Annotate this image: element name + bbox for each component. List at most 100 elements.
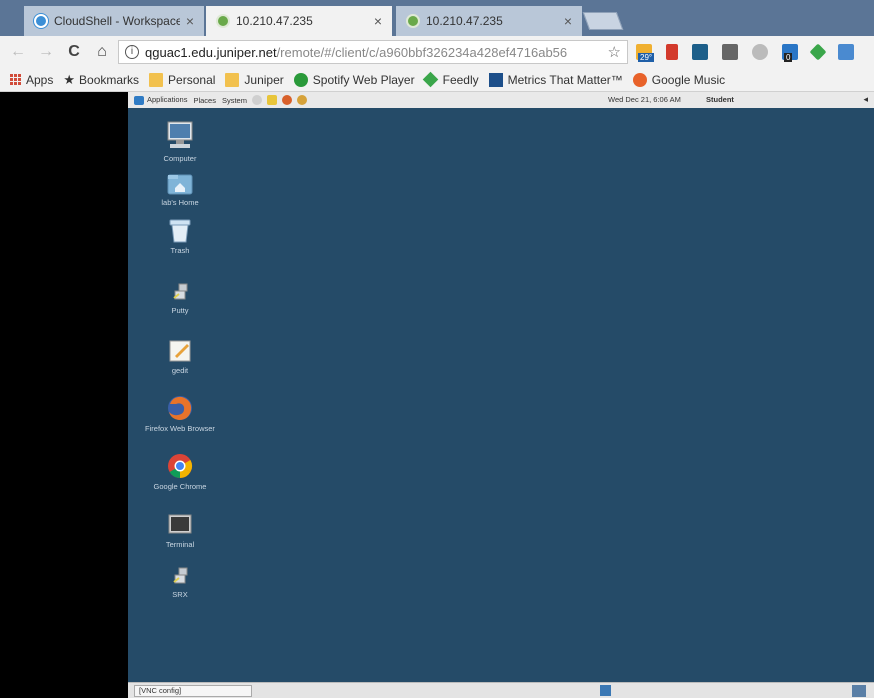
desktop-icon-gedit[interactable]: gedit <box>135 338 225 375</box>
bookmark-feedly[interactable]: Feedly <box>422 71 479 88</box>
feedly-icon <box>422 71 438 88</box>
bookmark-bookmarks[interactable]: ★ Bookmarks <box>63 72 139 88</box>
system-menu[interactable]: System <box>222 96 247 105</box>
weather-extension-icon[interactable]: 29° <box>636 44 655 62</box>
bookmarks-bar: Apps ★ Bookmarks Personal Juniper Spotif… <box>0 68 874 92</box>
weather-badge: 29° <box>638 53 655 62</box>
bookmark-label: Bookmarks <box>79 72 140 87</box>
star-icon: ★ <box>63 71 76 87</box>
blue-extension-icon[interactable] <box>838 44 854 60</box>
folder-icon <box>149 72 164 87</box>
desktop-icon-putty[interactable]: Putty <box>135 282 225 315</box>
bookmark-spotify[interactable]: Spotify Web Player <box>293 72 415 87</box>
close-tab-icon[interactable]: × <box>186 13 194 29</box>
icon-label: Computer <box>163 154 197 163</box>
spotify-icon <box>293 72 308 87</box>
tab-remote-2[interactable]: 10.210.47.235 × <box>396 6 582 36</box>
bookmark-label: Feedly <box>442 72 479 87</box>
cloudshell-favicon-icon <box>34 14 48 28</box>
firefox-launcher-icon[interactable] <box>281 95 292 105</box>
panel-user[interactable]: Student <box>706 95 734 104</box>
forward-button[interactable]: → <box>36 43 56 61</box>
s-extension-icon[interactable] <box>692 44 708 60</box>
address-bar[interactable]: i qguac1.edu.juniper.net/remote/#/client… <box>118 40 628 64</box>
square-extension-icon[interactable] <box>722 44 738 60</box>
red-bookmark-extension-icon[interactable] <box>666 44 678 60</box>
url-host: qguac1.edu.juniper.net <box>145 44 277 60</box>
notes-launcher-icon[interactable] <box>266 95 277 105</box>
bookmark-star-icon[interactable]: ☆ <box>603 43 621 61</box>
desktop-icon-srx[interactable]: SRX <box>135 566 225 599</box>
remote-black-margin <box>0 92 128 698</box>
applications-label: Applications <box>147 95 188 105</box>
desktop-icon-trash[interactable]: Trash <box>135 218 225 255</box>
icon-label: Trash <box>170 246 190 255</box>
firefox-icon <box>168 396 192 420</box>
bookmark-metrics[interactable]: Metrics That Matter™ <box>488 72 623 87</box>
help-launcher-icon[interactable] <box>251 95 262 105</box>
workspace-switcher-icon[interactable] <box>600 685 611 696</box>
extensions-area: 29° 0 <box>636 40 868 64</box>
bookmark-google-music[interactable]: Google Music <box>632 72 726 87</box>
bookmark-personal[interactable]: Personal <box>149 72 216 87</box>
folder-icon <box>225 72 240 87</box>
icon-label: Putty <box>171 306 189 315</box>
panel-trash-icon[interactable] <box>852 685 866 697</box>
back-button[interactable]: ← <box>8 43 28 61</box>
icon-label: SRX <box>172 590 188 599</box>
putty-icon <box>173 283 188 300</box>
close-tab-icon[interactable]: × <box>564 13 572 29</box>
bookmark-label: Google Music <box>651 72 726 87</box>
tab-remote-active[interactable]: 10.210.47.235 × <box>206 6 392 36</box>
panel-clock[interactable]: Wed Dec 21, 6:06 AM <box>608 95 681 104</box>
new-tab-button[interactable] <box>582 12 624 30</box>
icon-label: Terminal <box>165 540 195 549</box>
bookmark-label: Personal <box>168 72 216 87</box>
google-music-icon <box>632 72 647 87</box>
gnome-bottom-panel: [VNC config] <box>128 682 874 698</box>
gnome-top-panel: Applications Places System Wed Dec 21, 6… <box>128 92 874 108</box>
bookmark-label: Metrics That Matter™ <box>507 72 623 87</box>
tab-title: 10.210.47.235 <box>236 14 313 28</box>
guacamole-favicon-icon <box>216 14 230 28</box>
feedly-extension-icon[interactable] <box>809 43 827 61</box>
volume-icon[interactable]: ◂ <box>863 94 868 105</box>
desktop-icon-terminal[interactable]: Terminal <box>135 512 225 549</box>
drive-extension-icon[interactable] <box>752 44 768 60</box>
places-menu[interactable]: Places <box>193 96 216 105</box>
bookmark-apps[interactable]: Apps <box>10 73 53 87</box>
tab-strip: CloudShell - Workspace × 10.210.47.235 ×… <box>0 0 874 36</box>
desktop-icon-firefox[interactable]: Firefox Web Browser <box>135 394 225 433</box>
extension-badge: 0 <box>784 53 793 62</box>
url-path: /remote/#/client/c/a960bbf326234a428ef47… <box>276 44 568 60</box>
taskbar-vnc-config[interactable]: [VNC config] <box>134 685 252 697</box>
bookmark-label: Juniper <box>244 72 284 87</box>
guacamole-favicon-icon <box>406 14 420 28</box>
tab-title: CloudShell - Workspace <box>54 14 180 28</box>
icon-label: gedit <box>171 366 189 375</box>
applications-menu[interactable]: Applications <box>134 95 187 105</box>
bookmark-label: Spotify Web Player <box>312 72 415 87</box>
remote-desktop[interactable]: Applications Places System Wed Dec 21, 6… <box>128 92 874 698</box>
icon-label: lab's Home <box>161 198 199 207</box>
home-button[interactable]: ⌂ <box>92 43 112 61</box>
desktop-icon-home[interactable]: lab's Home <box>135 172 225 207</box>
gnome-foot-icon <box>134 95 144 105</box>
close-tab-icon[interactable]: × <box>374 13 382 29</box>
apps-grid-icon <box>10 74 21 85</box>
browser-toolbar: ← → C ⌂ i qguac1.edu.juniper.net/remote/… <box>0 36 874 68</box>
reload-button[interactable]: C <box>64 43 84 61</box>
desktop-icon-chrome[interactable]: Google Chrome <box>135 452 225 491</box>
metrics-icon <box>488 72 503 87</box>
info-icon[interactable]: i <box>125 45 139 59</box>
terminal-icon <box>168 514 192 534</box>
bookmark-juniper[interactable]: Juniper <box>225 72 284 87</box>
icon-label: Google Chrome <box>153 482 207 491</box>
icon-label: Firefox Web Browser <box>145 424 215 433</box>
bookmark-label: Apps <box>26 72 54 87</box>
chrome-launcher-icon[interactable] <box>296 95 307 105</box>
tab-cloudshell[interactable]: CloudShell - Workspace × <box>24 6 204 36</box>
gedit-icon <box>169 340 191 362</box>
desktop-icon-computer[interactable]: Computer <box>135 120 225 163</box>
badge-extension-icon[interactable]: 0 <box>782 44 798 62</box>
